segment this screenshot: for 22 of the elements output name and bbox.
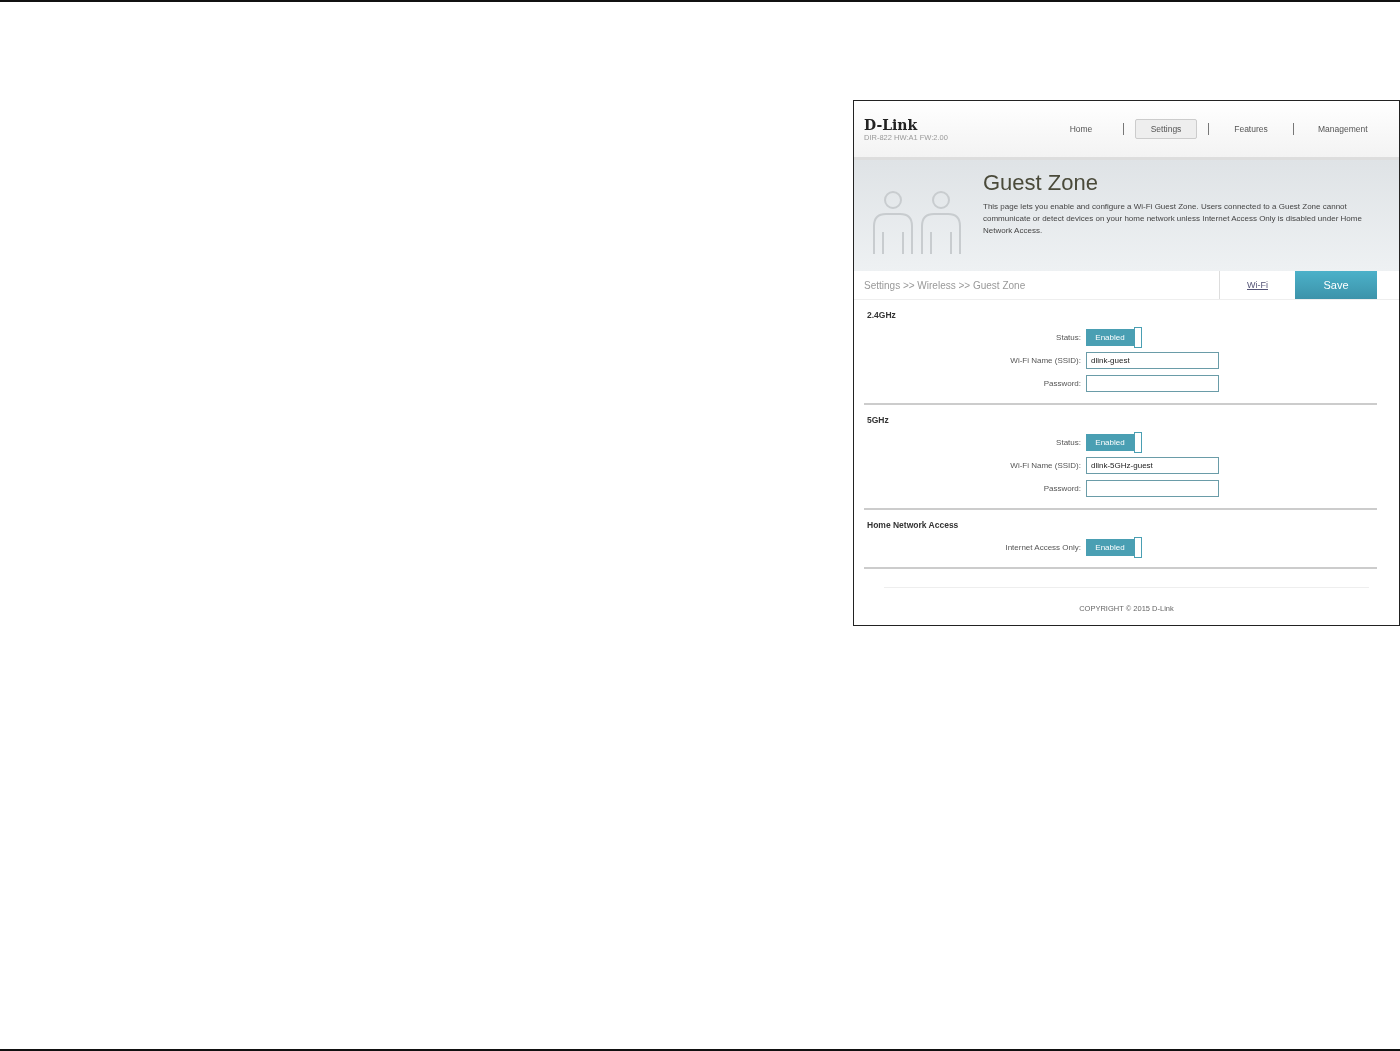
page-description: This page lets you enable and configure a Wi-Fi Guest Zone. Users connected to a Guest Zone cannot communicate or detect devices on your home network unless Internet Access Only is disabled under Home Network Access. [983, 201, 1363, 237]
page-title: Guest Zone [983, 170, 1099, 196]
field-label: Wi-Fi Name (SSID): [1009, 461, 1082, 470]
field-label: Password: [1042, 379, 1082, 388]
input-field[interactable]: dlink-5GHz-guest [1086, 457, 1219, 474]
input-field[interactable] [1086, 480, 1219, 497]
nav-tab[interactable]: Features [1220, 119, 1282, 139]
field-label: Wi-Fi Name (SSID): [1009, 356, 1082, 365]
breadcrumb: Settings >> Wireless >> Guest Zone [863, 279, 1027, 291]
nav-tab[interactable]: Management [1305, 119, 1367, 139]
input-field[interactable]: dlink-guest [1086, 352, 1219, 369]
field-label: Password: [1042, 484, 1082, 493]
section-title: 5GHz [866, 415, 890, 425]
field-label: Status: [1055, 333, 1082, 342]
nav-tab[interactable]: Home [1050, 119, 1112, 139]
section-title: Home Network Access [866, 520, 960, 530]
nav-tab[interactable]: Settings [1135, 119, 1197, 139]
input-field[interactable] [1086, 375, 1219, 392]
field-label: Internet Access Only: [1004, 543, 1082, 552]
field-label: Status: [1055, 438, 1082, 447]
logo: D-Link [864, 116, 919, 133]
section-title: 2.4GHz [866, 310, 897, 320]
